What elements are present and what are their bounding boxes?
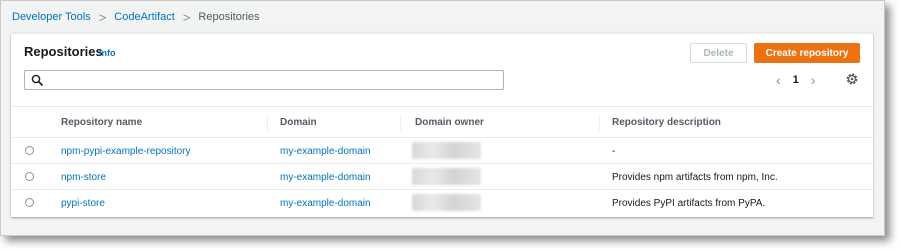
breadcrumb-developer-tools[interactable]: Developer Tools [12, 11, 91, 23]
repository-description: Provides npm artifacts from npm, Inc. [612, 171, 778, 183]
repositories-panel: Repositories Info Delete Create reposito… [11, 33, 873, 217]
domain-link[interactable]: my-example-domain [280, 138, 371, 164]
domain-link[interactable]: my-example-domain [280, 190, 371, 216]
pagination: ‹ 1 › [776, 71, 815, 89]
chevron-right-icon: > [182, 9, 191, 25]
search-input[interactable] [24, 70, 504, 90]
column-header-repository-name[interactable]: Repository name [61, 107, 142, 138]
gear-icon[interactable] [845, 72, 859, 86]
page-number[interactable]: 1 [793, 74, 799, 86]
row-radio-button[interactable] [25, 172, 34, 181]
search-icon [31, 74, 43, 86]
repository-name-link[interactable]: pypi-store [61, 190, 105, 216]
column-header-domain[interactable]: Domain [280, 107, 317, 138]
table-row[interactable]: npm-pypi-example-repository my-example-d… [11, 138, 873, 164]
repository-description: - [612, 145, 616, 157]
domain-owner-redacted [412, 194, 481, 211]
table-header: Repository name Domain Domain owner Repo… [11, 106, 873, 138]
info-link[interactable]: Info [99, 48, 116, 58]
breadcrumb-current: Repositories [198, 11, 260, 23]
table-row[interactable]: pypi-store my-example-domain Provides Py… [11, 190, 873, 216]
column-divider [400, 115, 401, 130]
column-header-domain-owner[interactable]: Domain owner [415, 107, 484, 138]
table-row[interactable]: npm-store my-example-domain Provides npm… [11, 164, 873, 190]
row-radio-button[interactable] [25, 198, 34, 207]
repositories-table: Repository name Domain Domain owner Repo… [11, 106, 873, 216]
repository-name-link[interactable]: npm-pypi-example-repository [61, 138, 191, 164]
chevron-right-icon: > [98, 9, 107, 25]
delete-button[interactable]: Delete [690, 43, 747, 63]
domain-owner-redacted [412, 142, 481, 159]
create-repository-button[interactable]: Create repository [754, 43, 860, 63]
repository-name-link[interactable]: npm-store [61, 164, 106, 190]
breadcrumb-codeartifact[interactable]: CodeArtifact [114, 11, 175, 23]
chevron-left-icon[interactable]: ‹ [776, 72, 781, 88]
column-divider [267, 115, 268, 130]
console-frame: Developer Tools > CodeArtifact > Reposit… [0, 0, 885, 236]
chevron-right-icon[interactable]: › [811, 72, 816, 88]
breadcrumb: Developer Tools > CodeArtifact > Reposit… [12, 10, 260, 24]
repository-description: Provides PyPI artifacts from PyPA. [612, 197, 766, 209]
domain-link[interactable]: my-example-domain [280, 164, 371, 190]
column-divider [599, 115, 600, 130]
domain-owner-redacted [412, 168, 481, 185]
page-title: Repositories [24, 44, 103, 59]
row-radio-button[interactable] [25, 146, 34, 155]
column-header-description[interactable]: Repository description [612, 107, 721, 138]
